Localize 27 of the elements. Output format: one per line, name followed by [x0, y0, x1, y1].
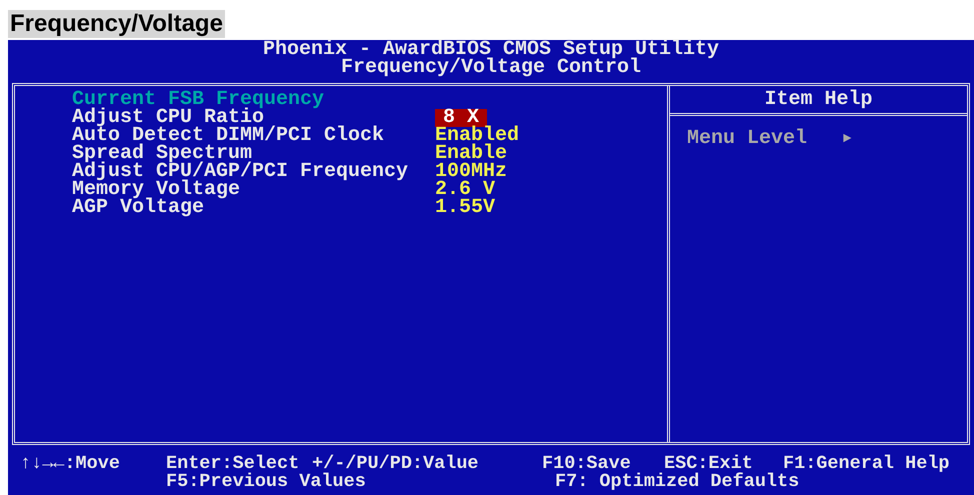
setting-value[interactable]: 8 X: [435, 109, 488, 127]
key-hint: Enter:Select: [166, 455, 300, 473]
arrow-icon: ►: [843, 130, 852, 148]
setting-label[interactable]: Auto Detect DIMM/PCI Clock: [72, 127, 435, 145]
help-title: Item Help: [764, 90, 873, 108]
page-title: Frequency/Voltage Control: [340, 59, 642, 77]
key-hint: ↑↓→←:Move: [20, 455, 120, 473]
setting-value[interactable]: 1.55V: [435, 199, 496, 217]
page-heading: Frequency/Voltage: [8, 10, 225, 38]
setting-value[interactable]: 2.6 V: [435, 181, 496, 199]
key-hint: +/-/PU/PD:Value: [312, 455, 479, 473]
key-hint: F1:General Help: [783, 455, 950, 473]
menu-level-label: Menu Level: [687, 130, 808, 148]
setting-label[interactable]: Memory Voltage: [72, 181, 435, 199]
info-label: Current FSB Frequency: [72, 91, 326, 109]
setting-value[interactable]: Enable: [435, 145, 508, 163]
key-hint: ESC:Exit: [664, 455, 753, 473]
utility-title: Phoenix - AwardBIOS CMOS Setup Utility: [262, 41, 720, 59]
key-hint: F7: Optimized Defaults: [555, 473, 800, 491]
setting-label[interactable]: Adjust CPU Ratio: [72, 109, 435, 127]
setting-label[interactable]: Adjust CPU/AGP/PCI Frequency: [72, 163, 435, 181]
key-hint: F10:Save: [542, 455, 631, 473]
setting-value[interactable]: 100MHz: [435, 163, 508, 181]
setting-label[interactable]: AGP Voltage: [72, 199, 435, 217]
setting-value[interactable]: Enabled: [435, 127, 520, 145]
setting-label[interactable]: Spread Spectrum: [72, 145, 435, 163]
key-hint: F5:Previous Values: [166, 473, 366, 491]
